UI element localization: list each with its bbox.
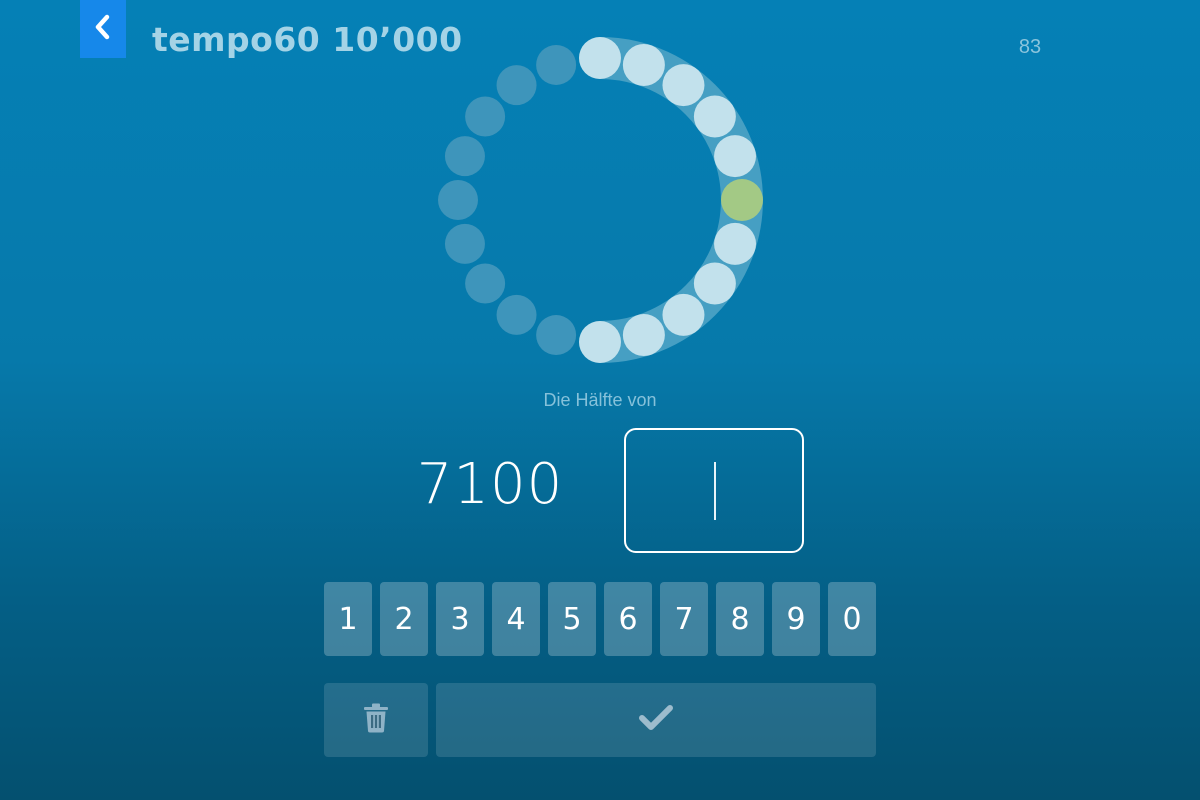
keypad-key-3[interactable]: 3 [436, 582, 484, 656]
progress-dot-pending [465, 263, 506, 304]
checkmark-icon [638, 704, 674, 736]
keypad-key-9[interactable]: 9 [772, 582, 820, 656]
progress-ring [438, 37, 763, 363]
answer-input[interactable] [624, 428, 804, 553]
progress-dot-done [714, 135, 757, 178]
progress-dot-done [662, 293, 705, 336]
task-prompt: Die Hälfte von [543, 390, 657, 410]
progress-dot-done [579, 37, 621, 79]
keypad-key-6[interactable]: 6 [604, 582, 652, 656]
progress-dot-done [714, 222, 757, 265]
progress-dot-pending [536, 315, 577, 356]
progress-dot-done [622, 314, 665, 357]
chevron-left-icon [92, 14, 114, 44]
number-keypad: 1234567890 [324, 582, 876, 656]
keypad-key-0[interactable]: 0 [828, 582, 876, 656]
progress-dot-current [721, 179, 763, 221]
progress-dot-pending [438, 180, 478, 220]
confirm-button[interactable] [436, 683, 876, 757]
app-title: tempo60 10’000 [152, 20, 463, 59]
back-button[interactable] [80, 0, 126, 58]
keypad-key-4[interactable]: 4 [492, 582, 540, 656]
progress-dot-pending [444, 223, 485, 264]
progress-dot-pending [496, 294, 537, 335]
progress-dot-pending [465, 96, 506, 137]
progress-dot-done [693, 95, 736, 138]
progress-dot-pending [444, 136, 485, 177]
progress-dot-done [579, 321, 621, 363]
progress-dot-pending [496, 65, 537, 106]
delete-button[interactable] [324, 683, 428, 757]
score-counter: 83 [1018, 36, 1042, 58]
keypad-key-1[interactable]: 1 [324, 582, 372, 656]
keypad-key-8[interactable]: 8 [716, 582, 764, 656]
progress-dot-done [693, 262, 736, 305]
text-caret [714, 461, 716, 520]
progress-dot-done [662, 64, 705, 107]
keypad-key-5[interactable]: 5 [548, 582, 596, 656]
progress-dot-done [622, 43, 665, 86]
action-row [324, 683, 876, 757]
keypad-key-7[interactable]: 7 [660, 582, 708, 656]
keypad-key-2[interactable]: 2 [380, 582, 428, 656]
trash-icon [363, 703, 389, 737]
task-number: 7100 [416, 452, 564, 517]
progress-dot-pending [536, 44, 577, 85]
